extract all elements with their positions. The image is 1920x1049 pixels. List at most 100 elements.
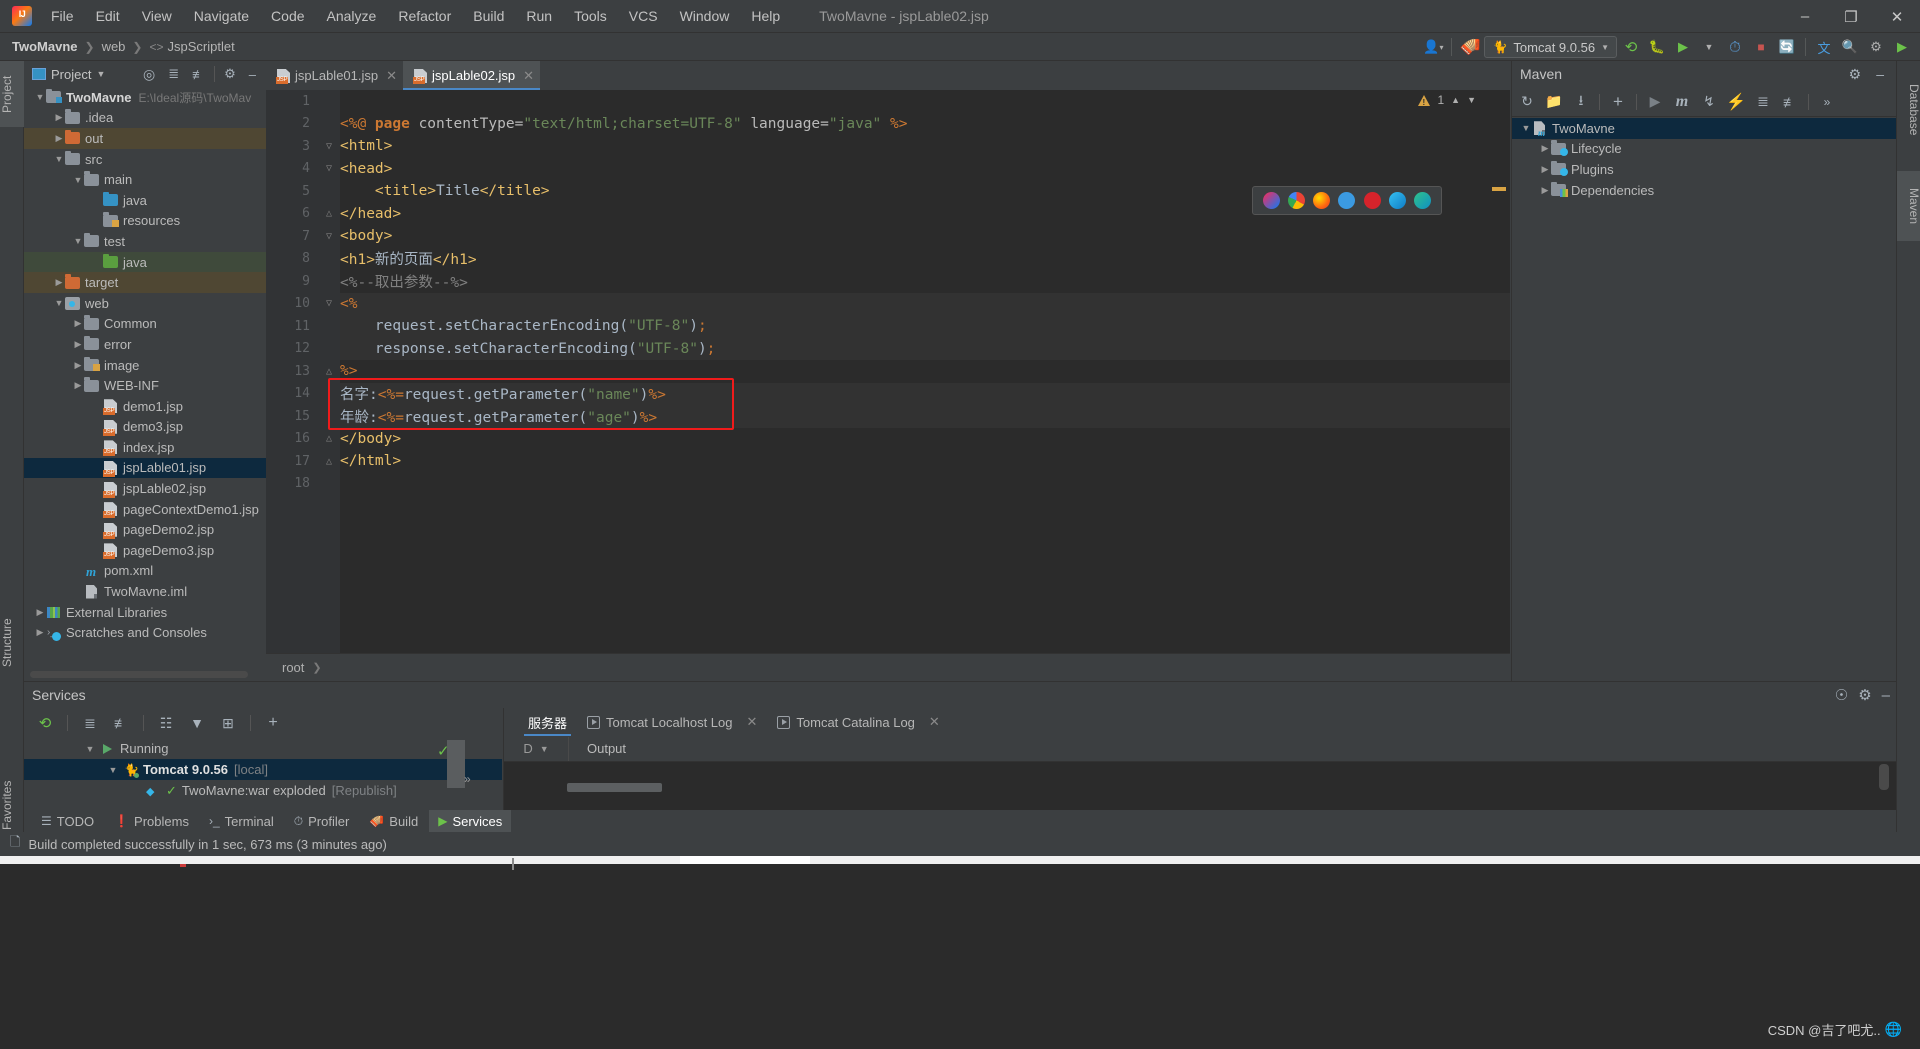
more-icon[interactable]: » — [464, 772, 471, 786]
services-tree[interactable]: ▼ Running ▼ 🐈 Tomcat 9.0.56 [local] ◆ ✓ TwoMavne… — [24, 738, 502, 810]
bottom-tab-build[interactable]: 🪗 Build — [360, 810, 427, 832]
fold-marker-icon[interactable]: ▽ — [318, 163, 340, 174]
taskbar-active-window[interactable] — [680, 856, 810, 864]
maven-node-dependencies[interactable]: ▶ Dependencies — [1512, 180, 1896, 201]
tree-node-main[interactable]: ▼ main — [24, 169, 266, 190]
fold-marker-icon[interactable]: ▽ — [318, 231, 340, 242]
close-icon[interactable]: ✕ — [746, 714, 757, 730]
menu-tools[interactable]: Tools — [563, 4, 618, 28]
menu-window[interactable]: Window — [669, 4, 741, 28]
sidebar-item-database[interactable]: Database — [1897, 65, 1920, 155]
menu-edit[interactable]: Edit — [85, 4, 131, 28]
breadcrumb-project[interactable]: TwoMavne — [12, 39, 78, 54]
add-icon[interactable]: + — [1609, 92, 1627, 111]
close-icon[interactable]: ✕ — [929, 714, 940, 730]
menu-refactor[interactable]: Refactor — [387, 4, 462, 28]
editor-breadcrumb-root[interactable]: root — [282, 660, 304, 675]
inspection-widget[interactable]: 1 ▲ ▼ — [1418, 93, 1476, 107]
edge-icon[interactable] — [1388, 192, 1406, 209]
fold-marker-icon[interactable]: △ — [318, 456, 340, 467]
bottom-tab-problems[interactable]: ❗ Problems — [105, 810, 198, 832]
code-editor[interactable]: 1 2 <%@ page contentType="text/html;charse… — [266, 90, 1510, 653]
deploy-selector[interactable]: D ▼ — [504, 741, 568, 756]
stop-icon[interactable]: ■ — [1749, 35, 1773, 59]
download-sources-icon[interactable]: ⭳ — [1572, 92, 1590, 111]
sidebar-item-maven[interactable]: Maven — [1897, 171, 1920, 241]
intellij-preview-icon[interactable] — [1263, 192, 1281, 209]
maven-node-lifecycle[interactable]: ▶ Lifecycle — [1512, 139, 1896, 160]
service-node-tomcat-9-0-56[interactable]: ▼ 🐈 Tomcat 9.0.56 [local] — [24, 759, 502, 780]
service-node-twomavne-war-exploded[interactable]: ◆ ✓ TwoMavne:war exploded [Republish] — [24, 780, 502, 801]
hammer-icon[interactable]: 🪗 — [1458, 35, 1482, 59]
tree-node-demo3-jsp[interactable]: JSP demo3.jsp — [24, 417, 266, 438]
tree-node-out[interactable]: ▶ out — [24, 128, 266, 149]
menu-navigate[interactable]: Navigate — [183, 4, 260, 28]
maven-m-icon[interactable]: m — [1673, 93, 1691, 111]
settings-gear-icon[interactable]: ⚙ — [1864, 35, 1888, 59]
opera-icon[interactable] — [1363, 192, 1381, 209]
debug-icon[interactable]: 🐛 — [1645, 35, 1669, 59]
firefox-icon[interactable] — [1313, 192, 1331, 209]
tree-node-pagedemo3-jsp[interactable]: JSP pageDemo3.jsp — [24, 540, 266, 561]
tree-node-twomavne[interactable]: ▼ TwoMavne E:\Ideal源码\TwoMav — [24, 87, 266, 108]
code-lines[interactable]: 1 2 <%@ page contentType="text/html;charse… — [266, 90, 1510, 653]
bottom-tab-services[interactable]: ▶ Services — [429, 810, 512, 832]
tree-node-pom-xml[interactable]: m pom.xml — [24, 561, 266, 582]
output-body[interactable]: ✓ » — [437, 740, 1896, 810]
hide-icon[interactable]: – — [1872, 66, 1892, 82]
play-green-icon[interactable]: ▶ — [1890, 35, 1914, 59]
help-icon[interactable]: ☉ — [1835, 686, 1848, 704]
tree-node-common[interactable]: ▶ Common — [24, 314, 266, 335]
chevron-down-icon[interactable]: ▼ — [96, 69, 105, 79]
gear-icon[interactable]: ⚙ — [1843, 66, 1868, 83]
maven-tree[interactable]: ▼ m TwoMavne ▶ Lifecycle ▶ Plugins ▶ Dependencie… — [1512, 118, 1896, 681]
run-icon[interactable]: ▶ — [1646, 93, 1664, 111]
search-everywhere-icon[interactable]: 🔍 — [1838, 35, 1862, 59]
project-tree[interactable]: ▼ TwoMavne E:\Ideal源码\TwoMav ▶ .idea ▶ out ▼ src… — [24, 87, 266, 667]
menu-help[interactable]: Help — [740, 4, 791, 28]
generate-sources-icon[interactable]: 📁 — [1545, 93, 1563, 111]
editor-tab-jspLable02-jsp[interactable]: JSP jspLable02.jsp ✕ — [403, 61, 541, 90]
tree-node-twomavne-iml[interactable]: TwoMavne.iml — [24, 581, 266, 602]
expand-all-icon[interactable]: ≣ — [1754, 93, 1772, 111]
user-icon[interactable]: 👤 ▾ — [1421, 35, 1445, 59]
collapse-all-icon[interactable]: ≢ — [112, 714, 130, 732]
chevron-up-icon[interactable]: ▲ — [1451, 95, 1460, 105]
updates-icon[interactable]: 🔄 — [1775, 35, 1799, 59]
more-icon[interactable]: » — [1818, 93, 1836, 111]
maven-node-twomavne[interactable]: ▼ m TwoMavne — [1512, 118, 1896, 139]
tree-node-demo1-jsp[interactable]: JSP demo1.jsp — [24, 396, 266, 417]
tree-node-web[interactable]: ▼ web — [24, 293, 266, 314]
tree-node-pagedemo2-jsp[interactable]: JSP pageDemo2.jsp — [24, 519, 266, 540]
reload-icon[interactable]: ↻ — [1518, 93, 1536, 111]
chrome-icon[interactable] — [1288, 192, 1306, 209]
sidebar-item-project[interactable]: Project — [0, 61, 24, 127]
service-node-running[interactable]: ▼ Running — [24, 738, 502, 759]
tree-node-src[interactable]: ▼ src — [24, 149, 266, 170]
close-button[interactable]: ✕ — [1874, 0, 1920, 33]
tree-node-target[interactable]: ▶ target — [24, 272, 266, 293]
menu-build[interactable]: Build — [462, 4, 515, 28]
maximize-button[interactable]: ❐ — [1828, 0, 1874, 33]
gear-icon[interactable]: ⚙ — [1858, 686, 1871, 704]
breadcrumb-web[interactable]: web — [102, 39, 126, 54]
services-tab-tomcat-catalina-log[interactable]: Tomcat Catalina Log ✕ — [767, 708, 949, 736]
tree-node-error[interactable]: ▶ error — [24, 334, 266, 355]
tree-node-resources[interactable]: resources — [24, 211, 266, 232]
menu-vcs[interactable]: VCS — [618, 4, 669, 28]
bottom-tab-todo[interactable]: ☰ TODO — [32, 810, 103, 832]
bottom-tab-profiler[interactable]: ⏱ Profiler — [285, 810, 359, 832]
hide-icon[interactable]: – — [1882, 687, 1890, 704]
add-frame-icon[interactable]: ⊞ — [219, 714, 237, 732]
add-icon[interactable]: + — [264, 714, 282, 732]
menu-run[interactable]: Run — [515, 4, 563, 28]
tree-node-pagecontextdemo1-jsp[interactable]: JSP pageContextDemo1.jsp — [24, 499, 266, 520]
fold-marker-icon[interactable]: ▽ — [318, 298, 340, 309]
rerun-icon[interactable]: ⟲ — [1619, 35, 1643, 59]
menu-code[interactable]: Code — [260, 4, 315, 28]
run-with-coverage-icon[interactable]: ▶ — [1671, 35, 1695, 59]
rerun-icon[interactable]: ⟲ — [36, 714, 54, 732]
fold-marker-icon[interactable]: △ — [318, 366, 340, 377]
edge-chromium-icon[interactable] — [1413, 192, 1431, 209]
fold-marker-icon[interactable]: ▽ — [318, 141, 340, 152]
